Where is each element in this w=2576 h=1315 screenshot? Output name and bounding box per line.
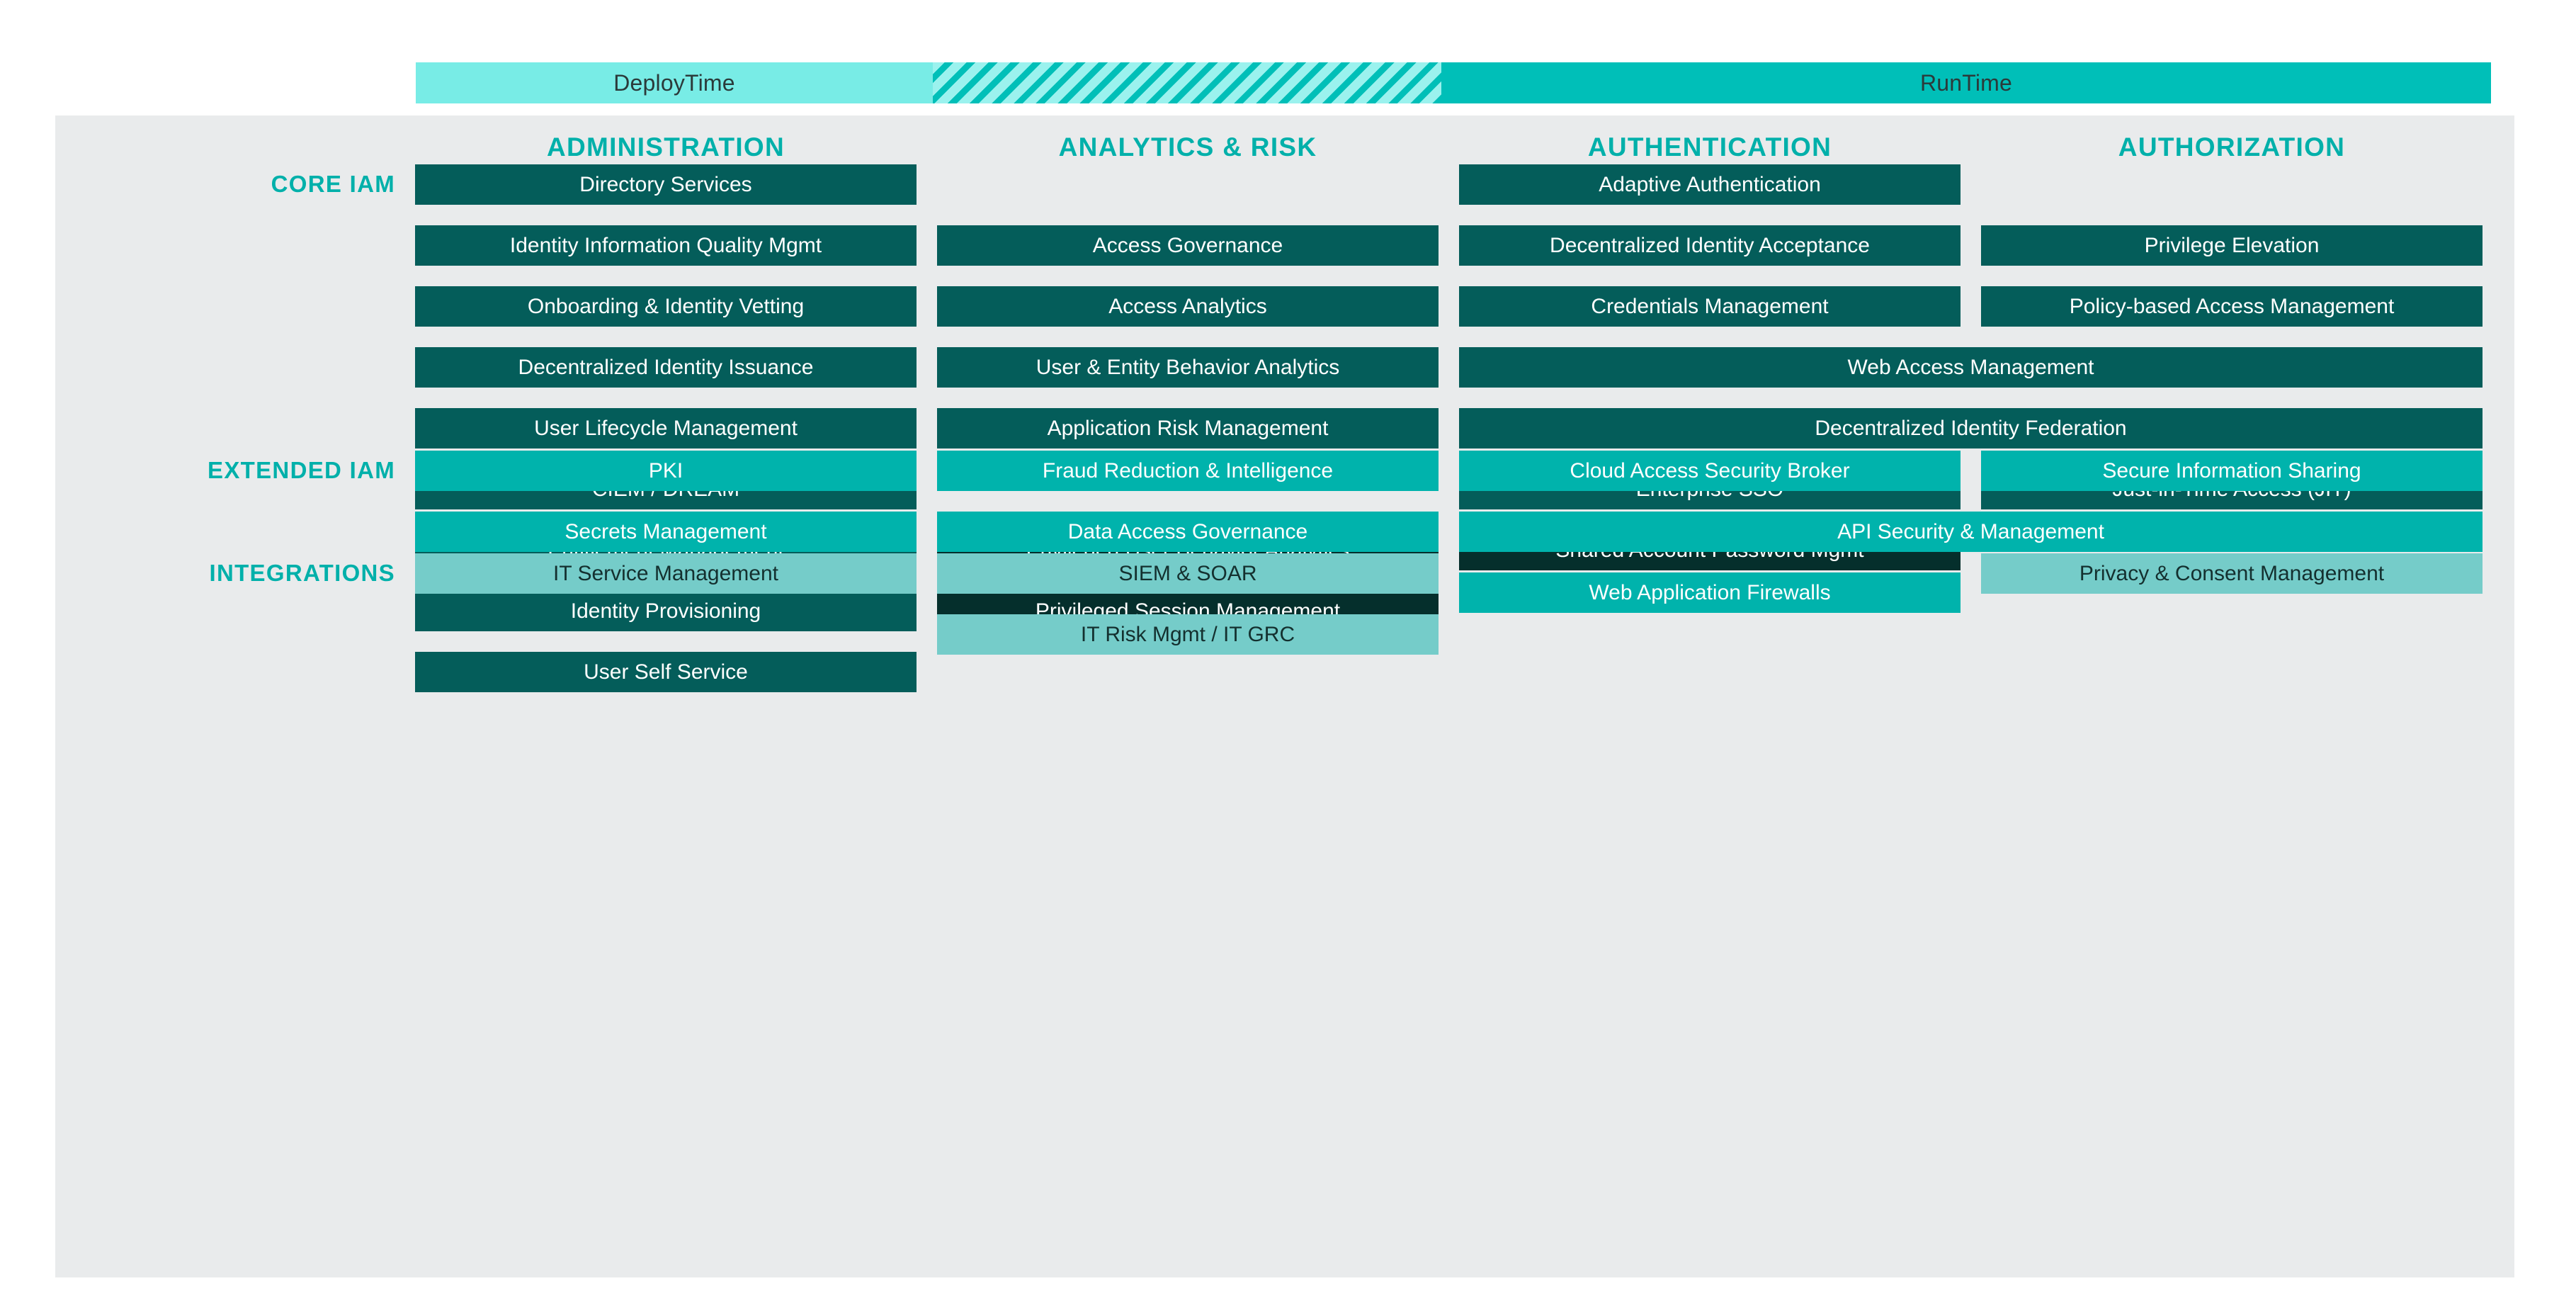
- capability-tile[interactable]: Decentralized Identity Acceptance: [1459, 225, 1961, 266]
- capability-tile[interactable]: Web Access Management: [1459, 347, 2483, 388]
- capability-tile[interactable]: User & Entity Behavior Analytics: [937, 347, 1439, 388]
- capability-tile[interactable]: Access Governance: [937, 225, 1439, 266]
- capability-tile[interactable]: Access Analytics: [937, 286, 1439, 327]
- band-label-core-iam: CORE IAM: [271, 171, 395, 197]
- capability-tile[interactable]: Decentralized Identity Issuance: [415, 347, 917, 388]
- capability-tile[interactable]: Privilege Elevation: [1981, 225, 2483, 266]
- timeline-segment-deploytime: DeployTime: [416, 62, 933, 103]
- timeline-runtime-label: RunTime: [1919, 69, 2013, 96]
- capability-tile[interactable]: Adaptive Authentication: [1459, 164, 1961, 205]
- column-header-authorization: AUTHORIZATION: [2118, 132, 2346, 162]
- capability-tile[interactable]: PKI: [415, 451, 917, 491]
- band-label-integrations: INTEGRATIONS: [209, 560, 395, 586]
- timeline-bar: DeployTime RunTime: [416, 62, 2491, 103]
- capability-tile[interactable]: IT Service Management: [415, 553, 917, 594]
- column-header-analytics-risk: ANALYTICS & RISK: [1058, 132, 1317, 162]
- timeline-segment-runtime: RunTime: [1441, 62, 2491, 103]
- capability-tile[interactable]: Identity Information Quality Mgmt: [415, 225, 917, 266]
- capability-tile[interactable]: Secrets Management: [415, 512, 917, 552]
- capability-tile[interactable]: Secure Information Sharing: [1981, 451, 2483, 491]
- timeline-segment-transition: [933, 62, 1441, 103]
- capability-tile[interactable]: Policy-based Access Management: [1981, 286, 2483, 327]
- capability-tile[interactable]: User Lifecycle Management: [415, 408, 917, 448]
- capability-tile[interactable]: Decentralized Identity Federation: [1459, 408, 2483, 448]
- column-header-authentication: AUTHENTICATION: [1587, 132, 1832, 162]
- capability-tile[interactable]: Cloud Access Security Broker: [1459, 451, 1961, 491]
- capability-tile[interactable]: User Self Service: [415, 652, 917, 692]
- column-header-administration: ADMINISTRATION: [546, 132, 785, 162]
- capability-tile[interactable]: Privacy & Consent Management: [1981, 553, 2483, 594]
- capability-matrix-panel: ADMINISTRATION ANALYTICS & RISK AUTHENTICA…: [55, 115, 2514, 1277]
- timeline-deploytime-label: DeployTime: [613, 69, 735, 96]
- band-label-extended-iam: EXTENDED IAM: [208, 457, 395, 483]
- capability-tile[interactable]: Application Risk Management: [937, 408, 1439, 448]
- capability-tile[interactable]: Data Access Governance: [937, 512, 1439, 552]
- capability-tile[interactable]: IT Risk Mgmt / IT GRC: [937, 614, 1439, 655]
- capability-tile[interactable]: Directory Services: [415, 164, 917, 205]
- capability-tile[interactable]: Onboarding & Identity Vetting: [415, 286, 917, 327]
- capability-tile[interactable]: Credentials Management: [1459, 286, 1961, 327]
- capability-tile[interactable]: Identity Provisioning: [415, 591, 917, 631]
- capability-tile[interactable]: API Security & Management: [1459, 512, 2483, 552]
- capability-tile[interactable]: Web Application Firewalls: [1459, 572, 1961, 613]
- capability-tile[interactable]: SIEM & SOAR: [937, 553, 1439, 594]
- capability-tile[interactable]: Fraud Reduction & Intelligence: [937, 451, 1439, 491]
